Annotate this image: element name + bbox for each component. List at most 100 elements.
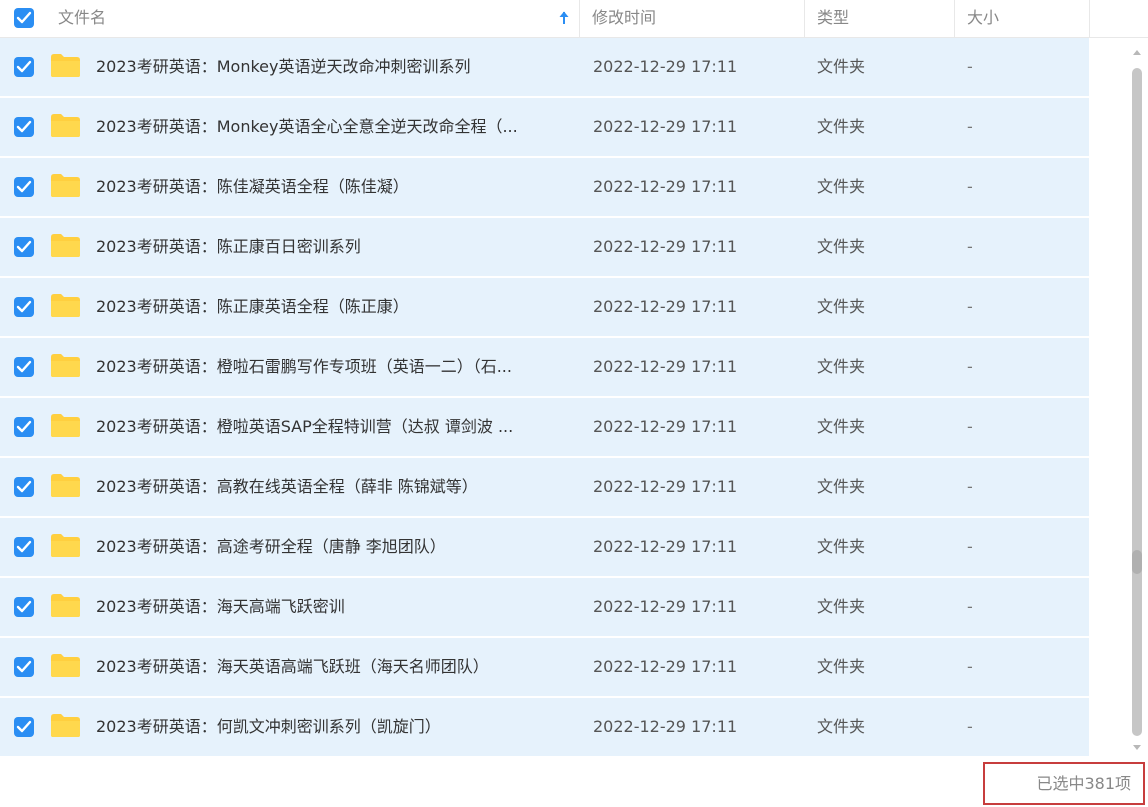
file-type: 文件夹: [817, 477, 866, 496]
folder-icon: [51, 294, 80, 317]
file-type: 文件夹: [817, 597, 866, 616]
file-name[interactable]: 2023考研英语：橙啦英语SAP全程特训营（达叔 谭剑波 ...: [96, 398, 568, 456]
row-checkbox[interactable]: [14, 717, 34, 737]
file-name[interactable]: 2023考研英语：海天英语高端飞跃班（海天名师团队）: [96, 638, 568, 696]
checkmark-icon: [16, 720, 32, 733]
folder-icon: [51, 714, 80, 737]
folder-icon: [51, 654, 80, 677]
folder-icon: [51, 174, 80, 197]
checkmark-icon: [16, 300, 32, 313]
file-row[interactable]: 2023考研英语：橙啦英语SAP全程特训营（达叔 谭剑波 ... 2022-12-…: [0, 398, 1089, 456]
file-type: 文件夹: [817, 57, 866, 76]
file-modified-time: 2022-12-29 17:11: [593, 117, 738, 136]
file-name[interactable]: 2023考研英语：高教在线英语全程（薛非 陈锦斌等）: [96, 458, 568, 516]
file-size: -: [967, 417, 973, 436]
file-size: -: [967, 177, 973, 196]
scroll-up-icon[interactable]: [1132, 48, 1142, 58]
scroll-down-icon[interactable]: [1132, 742, 1142, 752]
checkmark-icon: [16, 180, 32, 193]
file-row[interactable]: 2023考研英语：陈正康百日密训系列 2022-12-29 17:11 文件夹 -: [0, 218, 1089, 276]
file-modified-time: 2022-12-29 17:11: [593, 357, 738, 376]
row-checkbox[interactable]: [14, 57, 34, 77]
row-checkbox[interactable]: [14, 297, 34, 317]
file-size: -: [967, 357, 973, 376]
file-size: -: [967, 297, 973, 316]
file-name[interactable]: 2023考研英语：何凯文冲刺密训系列（凯旋门）: [96, 698, 568, 756]
file-row[interactable]: 2023考研英语：高途考研全程（唐静 李旭团队） 2022-12-29 17:11…: [0, 518, 1089, 576]
checkmark-icon: [16, 480, 32, 493]
row-checkbox[interactable]: [14, 117, 34, 137]
file-size: -: [967, 717, 973, 736]
file-name[interactable]: 2023考研英语：Monkey英语全心全意全逆天改命全程（...: [96, 98, 568, 156]
file-type: 文件夹: [817, 237, 866, 256]
file-size: -: [967, 117, 973, 136]
file-modified-time: 2022-12-29 17:11: [593, 597, 738, 616]
file-type: 文件夹: [817, 297, 866, 316]
file-name[interactable]: 2023考研英语：高途考研全程（唐静 李旭团队）: [96, 518, 568, 576]
file-type: 文件夹: [817, 177, 866, 196]
column-header-time[interactable]: 修改时间: [580, 0, 805, 38]
file-size: -: [967, 657, 973, 676]
column-header-size-label: 大小: [967, 8, 1000, 27]
row-checkbox[interactable]: [14, 237, 34, 257]
scrollbar-track-bar[interactable]: [1132, 68, 1142, 736]
file-type: 文件夹: [817, 357, 866, 376]
file-row[interactable]: 2023考研英语：高教在线英语全程（薛非 陈锦斌等） 2022-12-29 17:…: [0, 458, 1089, 516]
file-name[interactable]: 2023考研英语：Monkey英语逆天改命冲刺密训系列: [96, 38, 568, 96]
column-header-time-label: 修改时间: [592, 8, 657, 27]
file-modified-time: 2022-12-29 17:11: [593, 237, 738, 256]
row-checkbox[interactable]: [14, 657, 34, 677]
folder-icon: [51, 594, 80, 617]
checkmark-icon: [16, 660, 32, 673]
vertical-scrollbar[interactable]: [1126, 38, 1148, 762]
folder-icon: [51, 114, 80, 137]
file-name[interactable]: 2023考研英语：橙啦石雷鹏写作专项班（英语一二）（石...: [96, 338, 568, 396]
file-row[interactable]: 2023考研英语：陈佳凝英语全程（陈佳凝） 2022-12-29 17:11 文件夹…: [0, 158, 1089, 216]
file-size: -: [967, 597, 973, 616]
file-size: -: [967, 477, 973, 496]
file-modified-time: 2022-12-29 17:11: [593, 57, 738, 76]
row-checkbox[interactable]: [14, 477, 34, 497]
file-modified-time: 2022-12-29 17:11: [593, 297, 738, 316]
row-checkbox[interactable]: [14, 537, 34, 557]
column-header-type[interactable]: 类型: [805, 0, 955, 38]
file-name[interactable]: 2023考研英语：陈正康百日密训系列: [96, 218, 568, 276]
row-checkbox[interactable]: [14, 417, 34, 437]
file-modified-time: 2022-12-29 17:11: [593, 717, 738, 736]
scrollbar-thumb[interactable]: [1132, 550, 1142, 574]
file-type: 文件夹: [817, 657, 866, 676]
checkmark-icon: [16, 60, 32, 73]
checkmark-icon: [16, 600, 32, 613]
file-row[interactable]: 2023考研英语：何凯文冲刺密训系列（凯旋门） 2022-12-29 17:11 文…: [0, 698, 1089, 756]
checkmark-icon: [16, 420, 32, 433]
file-name[interactable]: 2023考研英语：陈佳凝英语全程（陈佳凝）: [96, 158, 568, 216]
file-row[interactable]: 2023考研英语：海天高端飞跃密训 2022-12-29 17:11 文件夹 -: [0, 578, 1089, 636]
checkmark-icon: [16, 240, 32, 253]
file-size: -: [967, 57, 973, 76]
file-type: 文件夹: [817, 117, 866, 136]
file-modified-time: 2022-12-29 17:11: [593, 537, 738, 556]
file-name[interactable]: 2023考研英语：海天高端飞跃密训: [96, 578, 568, 636]
file-row[interactable]: 2023考研英语：海天英语高端飞跃班（海天名师团队） 2022-12-29 17:…: [0, 638, 1089, 696]
file-row[interactable]: 2023考研英语：Monkey英语逆天改命冲刺密训系列 2022-12-29 17…: [0, 38, 1089, 96]
file-row[interactable]: 2023考研英语：Monkey英语全心全意全逆天改命全程（... 2022-12-…: [0, 98, 1089, 156]
folder-icon: [51, 414, 80, 437]
file-name[interactable]: 2023考研英语：陈正康英语全程（陈正康）: [96, 278, 568, 336]
row-checkbox[interactable]: [14, 177, 34, 197]
row-checkbox[interactable]: [14, 597, 34, 617]
row-checkbox[interactable]: [14, 357, 34, 377]
column-header-type-label: 类型: [817, 8, 850, 27]
column-header-size[interactable]: 大小: [955, 0, 1090, 38]
file-modified-time: 2022-12-29 17:11: [593, 177, 738, 196]
column-header-name[interactable]: 文件名: [0, 0, 580, 38]
checkmark-icon: [16, 360, 32, 373]
file-row[interactable]: 2023考研英语：橙啦石雷鹏写作专项班（英语一二）（石... 2022-12-29…: [0, 338, 1089, 396]
file-modified-time: 2022-12-29 17:11: [593, 417, 738, 436]
folder-icon: [51, 54, 80, 77]
sort-ascending-icon[interactable]: [558, 0, 570, 38]
selection-count-text: 已选中381项: [1036, 774, 1131, 793]
file-list: 2023考研英语：Monkey英语逆天改命冲刺密训系列 2022-12-29 17…: [0, 38, 1089, 762]
column-header-name-label: 文件名: [58, 8, 107, 27]
file-modified-time: 2022-12-29 17:11: [593, 657, 738, 676]
file-row[interactable]: 2023考研英语：陈正康英语全程（陈正康） 2022-12-29 17:11 文件夹…: [0, 278, 1089, 336]
